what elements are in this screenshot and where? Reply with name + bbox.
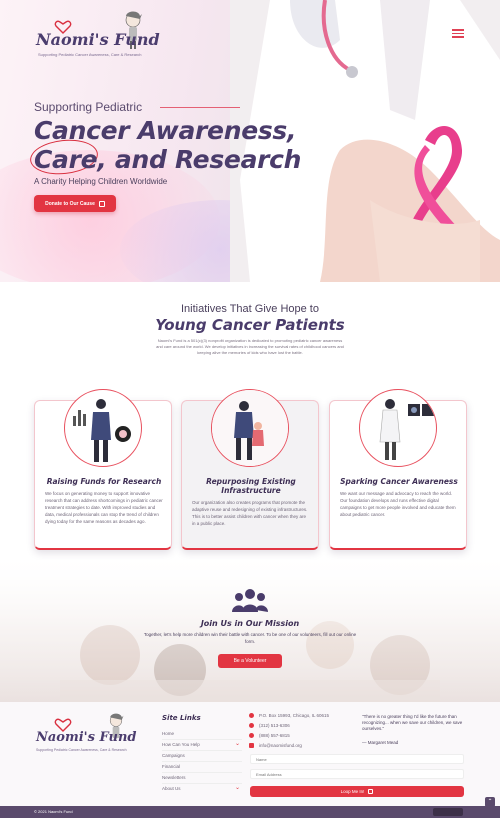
newsletter-email-field[interactable] xyxy=(250,769,464,779)
brand-logo[interactable]: Naomi's Fund Supporting Pediatric Cancer… xyxy=(36,8,160,64)
contact-phone-tollfree[interactable]: (888) 557-6815 xyxy=(259,733,290,738)
awareness-illustration xyxy=(359,389,437,467)
researcher-icon xyxy=(73,399,131,462)
hero-section: Naomi's Fund Supporting Pediatric Cancer… xyxy=(0,0,500,282)
initiative-card-infrastructure: Repurposing Existing Infrastructure Our … xyxy=(181,389,319,550)
location-icon xyxy=(249,713,254,718)
footer-logo[interactable]: Naomi's Fund Supporting Pediatric Cancer… xyxy=(36,712,137,772)
volunteer-button[interactable]: Be a Volunteer xyxy=(218,654,282,668)
join-mission-section: Join Us in Our Mission Together, let's h… xyxy=(0,560,500,702)
initiatives-description: Naomi's Fund is a 501(c)(3) nonprofit or… xyxy=(156,338,344,355)
join-description: Together, let's help more children win t… xyxy=(143,632,357,644)
hero-title-line2: Care, and Research xyxy=(34,145,302,174)
initiative-text: We focus on generating money to support … xyxy=(45,491,163,524)
join-title: Join Us in Our Mission xyxy=(200,619,300,628)
hero-tagline: A Charity Helping Children Worldwide xyxy=(34,177,168,186)
hero-divider xyxy=(160,107,240,108)
initiative-title: Sparking Cancer Awareness xyxy=(340,477,458,486)
donate-button-label: Donate to Our Cause xyxy=(45,200,95,207)
brand-tagline: Supporting Pediatric Cancer Awareness, C… xyxy=(38,52,142,57)
hero-title: Cancer Awareness, Care, and Research xyxy=(34,116,301,174)
newsletter-name-field[interactable] xyxy=(250,754,464,764)
initiative-card-awareness: Sparking Cancer Awareness We want our me… xyxy=(329,389,467,550)
chevron-down-icon[interactable]: ⌄ xyxy=(235,740,240,747)
footer-quote-author: — Margaret Mead xyxy=(362,740,399,745)
footer-brand-name: Naomi's Fund xyxy=(36,730,137,745)
bottom-bar: © 2021 Naomi's Fund xyxy=(0,806,500,818)
initiative-text: We want our message and advocacy to reac… xyxy=(340,491,456,517)
initiative-title: Raising Funds for Research xyxy=(46,477,162,486)
footer-link-help[interactable]: How Can You Help xyxy=(162,742,200,747)
copyright: © 2021 Naomi's Fund xyxy=(34,809,73,814)
footer-link-about[interactable]: About Us xyxy=(162,786,181,791)
contact-address: P.O. Box 15993, Chicago, IL 60615 xyxy=(259,713,330,718)
footer-quote: "There is no greater thing I'd like the … xyxy=(362,714,463,731)
back-to-top-button[interactable]: ⌃ xyxy=(485,797,495,807)
research-illustration xyxy=(64,389,142,467)
donate-button[interactable]: Donate to Our Cause xyxy=(34,195,116,212)
footer-link-newsletters[interactable]: Newsletters xyxy=(162,775,186,780)
phone-icon xyxy=(249,723,254,728)
contact-email[interactable]: info@naomisfund.org xyxy=(259,743,302,748)
hamburger-menu-icon[interactable] xyxy=(452,29,464,38)
family-icon xyxy=(212,390,288,466)
brand-name: Naomi's Fund xyxy=(36,30,160,49)
doctor-presenting-icon xyxy=(379,399,434,460)
initiatives-heading: Initiatives That Give Hope to xyxy=(181,303,319,315)
email-icon xyxy=(249,743,254,748)
hero-subtitle: Supporting Pediatric xyxy=(34,100,143,114)
hero-title-line1: Cancer Awareness, xyxy=(34,116,297,145)
social-links[interactable] xyxy=(433,808,463,816)
calendar-icon xyxy=(368,789,374,794)
initiative-title: Repurposing Existing Infrastructure xyxy=(206,477,296,495)
initiative-card-research: Raising Funds for Research We focus on g… xyxy=(34,389,172,550)
users-group-icon xyxy=(232,589,268,612)
footer-link-financial[interactable]: Financial xyxy=(162,764,180,769)
contact-phone[interactable]: (312) 513-6306 xyxy=(259,723,290,728)
infrastructure-illustration xyxy=(211,389,289,467)
chevron-down-icon[interactable]: ⌄ xyxy=(235,784,240,791)
phone-icon xyxy=(249,733,254,738)
footer-brand-tagline: Supporting Pediatric Cancer Awareness, C… xyxy=(36,748,127,752)
initiative-text: Our organization also creates programs t… xyxy=(192,500,308,526)
newsletter-submit-button[interactable]: Loop Me In! xyxy=(250,786,464,797)
site-links-title: Site Links xyxy=(162,714,201,722)
footer-link-home[interactable]: Home xyxy=(162,731,174,736)
submit-label: Loop Me In! xyxy=(340,789,365,794)
initiatives-heading-highlight: Young Cancer Patients xyxy=(155,316,345,334)
footer-link-campaigns[interactable]: Campaigns xyxy=(162,753,185,758)
footer: Naomi's Fund Supporting Pediatric Cancer… xyxy=(0,702,500,806)
gift-icon xyxy=(98,200,105,207)
